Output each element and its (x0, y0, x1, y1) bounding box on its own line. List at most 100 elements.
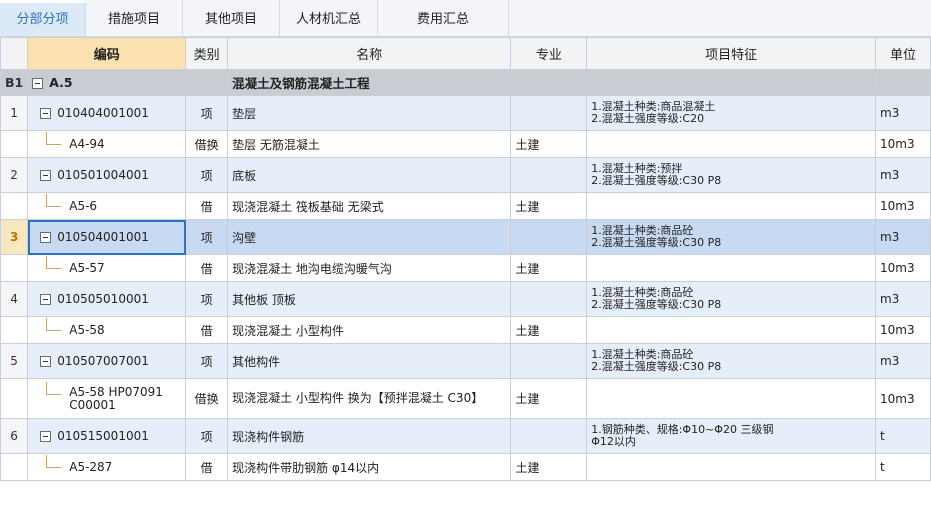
row-unit[interactable]: 10m3 (875, 254, 931, 282)
row-unit[interactable]: t (875, 418, 931, 454)
row-feature[interactable]: 1.混凝土种类:商品砼 2.混凝土强度等级:C30 P8 (586, 343, 877, 379)
row-feature[interactable] (586, 254, 877, 282)
row-code[interactable]: A5-58 HP07091 C00001 (27, 378, 187, 419)
header-feature[interactable]: 项目特征 (586, 37, 877, 70)
row-major[interactable] (510, 219, 588, 255)
row-name[interactable]: 混凝土及钢筋混凝土工程 (227, 69, 512, 96)
row-name[interactable]: 沟壁 (227, 219, 512, 255)
row-unit[interactable]: 10m3 (875, 316, 931, 344)
row-unit[interactable]: 10m3 (875, 130, 931, 158)
row-feature[interactable] (586, 378, 877, 419)
tab-fenbu[interactable]: 分部分项 (0, 0, 86, 36)
row-unit[interactable]: 10m3 (875, 378, 931, 419)
table-row-selected[interactable]: 3 010504001001 项 沟壁 1.混凝土种类:商品砼 2.混凝土强度等级… (0, 219, 931, 255)
row-feature[interactable]: 1.混凝土种类:预拌 2.混凝土强度等级:C30 P8 (586, 157, 877, 193)
tab-cuoshi[interactable]: 措施项目 (86, 0, 183, 36)
row-major[interactable]: 土建 (510, 192, 588, 220)
row-code[interactable]: 010507007001 (27, 343, 187, 379)
table-row[interactable]: A5-287 借 现浇构件带肋钢筋 φ14以内 土建 t (0, 453, 931, 481)
row-feature[interactable] (586, 69, 877, 96)
tab-feiyong[interactable]: 费用汇总 (378, 0, 509, 36)
row-type[interactable]: 项 (185, 281, 229, 317)
row-type[interactable] (185, 69, 229, 96)
row-name[interactable]: 垫层 无筋混凝土 (227, 130, 512, 158)
row-type[interactable]: 借 (185, 316, 229, 344)
collapse-icon[interactable] (40, 232, 52, 243)
row-type[interactable]: 项 (185, 95, 229, 131)
row-type[interactable]: 项 (185, 418, 229, 454)
table-row[interactable]: 2 010501004001 项 底板 1.混凝土种类:预拌 2.混凝土强度等级:… (0, 157, 931, 193)
collapse-icon[interactable] (40, 431, 52, 442)
row-feature[interactable] (586, 192, 877, 220)
header-unit[interactable]: 单位 (875, 37, 931, 70)
table-row[interactable]: A5-58 借 现浇混凝土 小型构件 土建 10m3 (0, 316, 931, 344)
row-unit[interactable]: t (875, 453, 931, 481)
row-name[interactable]: 底板 (227, 157, 512, 193)
header-type[interactable]: 类别 (185, 37, 229, 70)
row-code[interactable]: A5-58 (27, 316, 187, 344)
table-row[interactable]: A5-6 借 现浇混凝土 筏板基础 无梁式 土建 10m3 (0, 192, 931, 220)
tab-qita[interactable]: 其他项目 (183, 0, 280, 36)
row-type[interactable]: 项 (185, 157, 229, 193)
row-major[interactable] (510, 95, 588, 131)
row-unit[interactable]: 10m3 (875, 192, 931, 220)
row-unit[interactable]: m3 (875, 219, 931, 255)
row-major[interactable] (510, 69, 588, 96)
table-row[interactable]: B1 A.5 混凝土及钢筋混凝土工程 (0, 69, 931, 96)
row-type[interactable]: 借换 (185, 130, 229, 158)
collapse-icon[interactable] (40, 108, 52, 119)
row-major[interactable]: 土建 (510, 316, 588, 344)
row-code[interactable]: 010515001001 (27, 418, 187, 454)
row-type[interactable]: 项 (185, 343, 229, 379)
row-major[interactable]: 土建 (510, 130, 588, 158)
row-major[interactable] (510, 343, 588, 379)
collapse-icon[interactable] (40, 356, 52, 367)
row-feature[interactable]: 1.混凝土种类:商品混凝土 2.混凝土强度等级:C20 (586, 95, 877, 131)
header-name[interactable]: 名称 (227, 37, 512, 70)
tab-rencaiji[interactable]: 人材机汇总 (280, 0, 378, 36)
collapse-icon[interactable] (32, 78, 44, 89)
row-major[interactable]: 土建 (510, 378, 588, 419)
row-name[interactable]: 现浇构件钢筋 (227, 418, 512, 454)
row-name[interactable]: 现浇构件带肋钢筋 φ14以内 (227, 453, 512, 481)
collapse-icon[interactable] (40, 294, 52, 305)
row-code[interactable]: 010504001001 (27, 219, 187, 255)
row-code[interactable]: 010404001001 (27, 95, 187, 131)
collapse-icon[interactable] (40, 170, 52, 181)
row-code[interactable]: A5-57 (27, 254, 187, 282)
table-row[interactable]: A4-94 借换 垫层 无筋混凝土 土建 10m3 (0, 130, 931, 158)
table-row[interactable]: 1 010404001001 项 垫层 1.混凝土种类:商品混凝土 2.混凝土强度… (0, 95, 931, 131)
table-row[interactable]: A5-58 HP07091 C00001 借换 现浇混凝土 小型构件 换为【预拌… (0, 378, 931, 419)
row-type[interactable]: 借 (185, 453, 229, 481)
row-unit[interactable]: m3 (875, 95, 931, 131)
row-major[interactable]: 土建 (510, 453, 588, 481)
row-major[interactable] (510, 157, 588, 193)
row-name[interactable]: 其他构件 (227, 343, 512, 379)
row-unit[interactable]: m3 (875, 343, 931, 379)
row-code[interactable]: A5-6 (27, 192, 187, 220)
row-unit[interactable]: m3 (875, 157, 931, 193)
table-row[interactable]: 6 010515001001 项 现浇构件钢筋 1.钢筋种类、规格:Φ10~Φ2… (0, 418, 931, 454)
row-code[interactable]: A4-94 (27, 130, 187, 158)
header-major[interactable]: 专业 (510, 37, 588, 70)
row-unit[interactable]: m3 (875, 281, 931, 317)
row-major[interactable] (510, 281, 588, 317)
row-name[interactable]: 其他板 顶板 (227, 281, 512, 317)
row-name[interactable]: 垫层 (227, 95, 512, 131)
header-code[interactable]: 编码 (27, 37, 187, 70)
row-code[interactable]: A5-287 (27, 453, 187, 481)
row-feature[interactable]: 1.混凝土种类:商品砼 2.混凝土强度等级:C30 P8 (586, 281, 877, 317)
row-code[interactable]: 010501004001 (27, 157, 187, 193)
row-name[interactable]: 现浇混凝土 小型构件 换为【预拌混凝土 C30】 (227, 378, 512, 419)
row-unit[interactable] (875, 69, 931, 96)
table-row[interactable]: 4 010505010001 项 其他板 顶板 1.混凝土种类:商品砼 2.混凝土… (0, 281, 931, 317)
row-code[interactable]: 010505010001 (27, 281, 187, 317)
row-type[interactable]: 项 (185, 219, 229, 255)
table-row[interactable]: 5 010507007001 项 其他构件 1.混凝土种类:商品砼 2.混凝土强度… (0, 343, 931, 379)
row-name[interactable]: 现浇混凝土 筏板基础 无梁式 (227, 192, 512, 220)
row-name[interactable]: 现浇混凝土 地沟电缆沟暖气沟 (227, 254, 512, 282)
row-major[interactable] (510, 418, 588, 454)
row-feature[interactable] (586, 453, 877, 481)
table-row[interactable]: A5-57 借 现浇混凝土 地沟电缆沟暖气沟 土建 10m3 (0, 254, 931, 282)
row-feature[interactable]: 1.钢筋种类、规格:Φ10~Φ20 三级钢 Φ12以内 (586, 418, 877, 454)
